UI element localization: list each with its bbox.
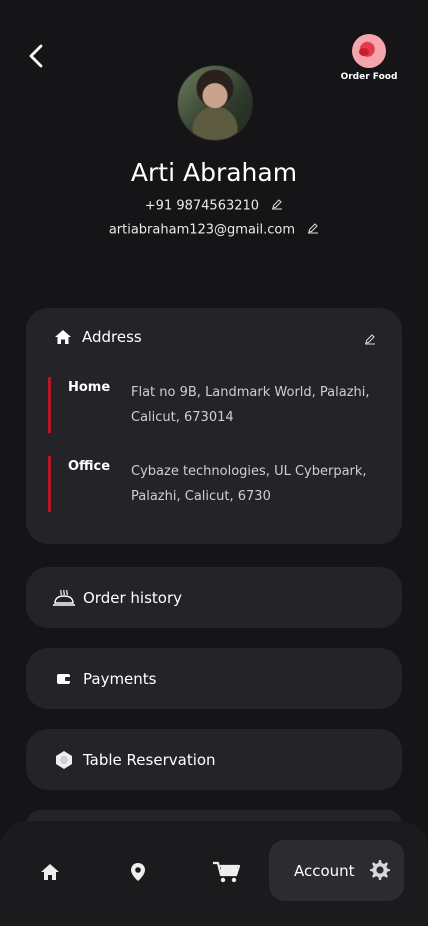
address-title: Address: [82, 328, 142, 346]
address-card: Address Home Flat no 9B, Landmark World,…: [26, 308, 402, 544]
edit-address-icon[interactable]: [364, 330, 376, 349]
bottom-navigation: Account: [0, 821, 428, 926]
location-pin-icon: [131, 863, 145, 881]
address-item-home[interactable]: Home Flat no 9B, Landmark World, Palazhi…: [48, 377, 378, 437]
phone-row: +91 9874563210: [0, 198, 428, 214]
home-icon: [41, 864, 59, 880]
nav-location[interactable]: [123, 857, 153, 887]
cart-icon: [213, 861, 241, 883]
nav-account[interactable]: Account: [269, 840, 404, 901]
edit-phone-icon[interactable]: [271, 198, 283, 214]
address-header: Address: [54, 328, 142, 346]
phone-number: +91 9874563210: [144, 198, 260, 214]
avatar: [177, 65, 253, 141]
address-text: Flat no 9B, Landmark World, Palazhi, Cal…: [131, 385, 370, 425]
menu-order-history[interactable]: Order history: [26, 567, 402, 628]
menu-label: Table Reservation: [83, 750, 216, 769]
address-accent-bar: [48, 456, 51, 512]
nav-cart[interactable]: [212, 857, 242, 887]
back-button[interactable]: [22, 42, 50, 70]
profile-name: Arti Abraham: [130, 158, 298, 187]
nav-account-label: Account: [294, 861, 355, 880]
order-food-button[interactable]: Order Food: [340, 34, 398, 82]
table-icon: [52, 748, 76, 772]
nav-home[interactable]: [35, 857, 65, 887]
address-text: Cybaze technologies, UL Cyberpark, Palaz…: [131, 464, 367, 504]
wallet-icon: [52, 667, 76, 691]
chevron-left-icon: [29, 44, 43, 68]
address-tag: Home: [68, 380, 111, 395]
email-address: artiabraham123@gmail.com: [108, 222, 296, 238]
order-food-thumbnail: [352, 34, 386, 68]
menu-table-reservation[interactable]: Table Reservation: [26, 729, 402, 790]
menu-label: Payments: [83, 669, 157, 688]
menu-label: Order history: [83, 588, 182, 607]
home-icon: [55, 330, 71, 344]
order-food-label: Order Food: [340, 72, 398, 82]
edit-email-icon[interactable]: [307, 222, 319, 238]
address-tag: Office: [68, 459, 111, 474]
food-tray-icon: [52, 586, 76, 610]
address-accent-bar: [48, 377, 51, 433]
menu-payments[interactable]: Payments: [26, 648, 402, 709]
address-item-office[interactable]: Office Cybaze technologies, UL Cyberpark…: [48, 456, 378, 516]
gear-icon: [368, 858, 392, 886]
email-row: artiabraham123@gmail.com: [0, 222, 428, 238]
